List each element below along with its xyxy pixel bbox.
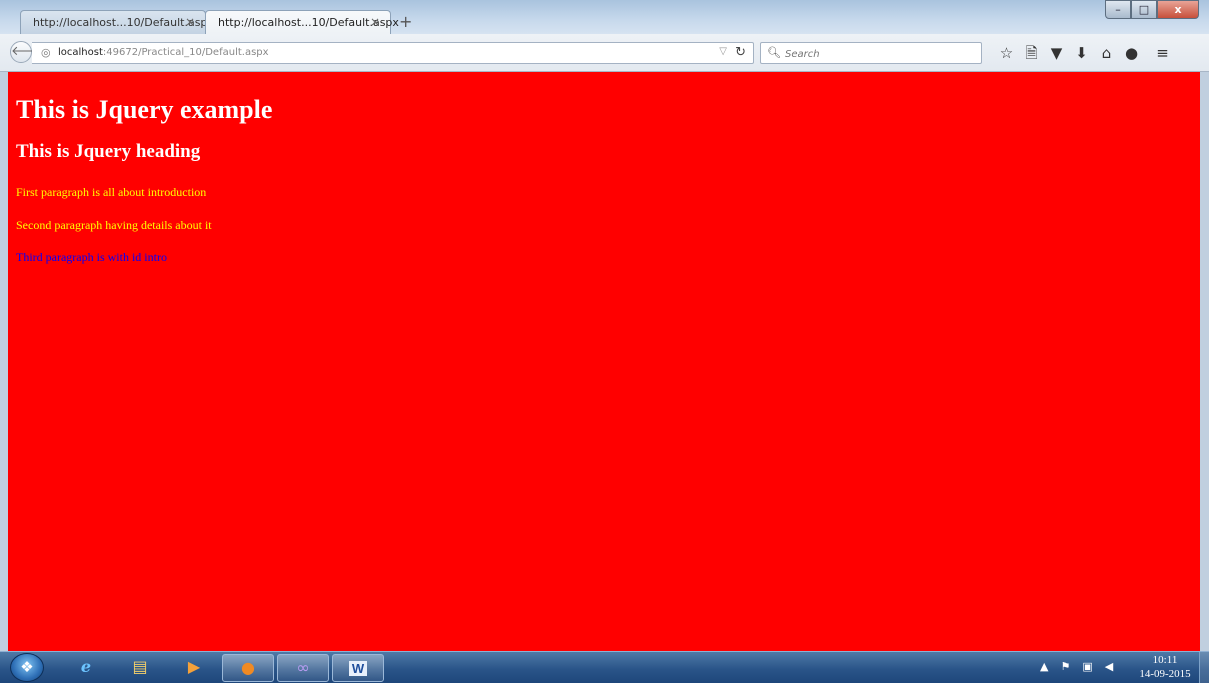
browser-title-bar: http://localhost...10/Default.aspx × htt… xyxy=(0,0,1209,34)
back-button[interactable]: 🡐 xyxy=(10,41,46,63)
tab-first[interactable]: http://localhost...10/Default.aspx × xyxy=(20,10,214,34)
download-icon[interactable]: ⬇ xyxy=(1069,43,1094,63)
pocket-icon[interactable]: ▼ xyxy=(1044,43,1069,63)
search-input[interactable] xyxy=(783,45,977,63)
home-icon[interactable]: ⌂ xyxy=(1094,43,1119,63)
url-path: :49672/Practical_10/Default.aspx xyxy=(102,47,269,58)
close-window-button[interactable]: x xyxy=(1157,0,1199,19)
clock[interactable]: 10:11 14-09-2015 xyxy=(1135,653,1195,681)
network-icon[interactable]: ▣ xyxy=(1082,660,1092,673)
window-border-right xyxy=(1200,72,1209,651)
start-button[interactable]: ❖ xyxy=(10,653,44,682)
site-identity-icon[interactable]: ◎ xyxy=(41,46,51,59)
url-text[interactable]: localhost:49672/Practical_10/Default.asp… xyxy=(58,47,269,58)
paragraph-intro: Third paragraph is with id intro xyxy=(16,250,167,264)
internet-explorer-icon[interactable]: e xyxy=(60,654,112,682)
show-desktop-button[interactable] xyxy=(1199,652,1209,683)
page-heading: This is Jquery example xyxy=(16,95,273,124)
windows-taskbar: ❖ e ▤ ▶ ● ∞ W ▲ ⚑ ▣ ◀ 10:11 14-09-2015 xyxy=(0,651,1209,683)
show-hidden-icons-icon[interactable]: ▲ xyxy=(1040,660,1048,673)
window-controls: – □ x xyxy=(1105,0,1199,20)
paragraph-second: Second paragraph having details about it xyxy=(16,218,212,232)
tab-active[interactable]: http://localhost...10/Default.aspx × xyxy=(205,10,399,34)
star-icon[interactable]: ☆ xyxy=(994,43,1019,63)
minimize-button[interactable]: – xyxy=(1105,0,1131,19)
file-explorer-icon[interactable]: ▤ xyxy=(114,654,166,682)
window-border-left xyxy=(0,72,8,651)
search-icon: 🔍︎ xyxy=(767,46,781,59)
navigation-toolbar: 🡐 ◎ localhost:49672/Practical_10/Default… xyxy=(0,34,1209,72)
visual-studio-icon[interactable]: ∞ xyxy=(277,654,329,682)
search-bar[interactable]: 🔍︎ xyxy=(760,42,982,64)
reload-icon[interactable]: ↻ xyxy=(735,45,746,60)
action-center-flag-icon[interactable]: ⚑ xyxy=(1060,660,1070,673)
chat-icon[interactable]: ● xyxy=(1119,43,1144,63)
word-icon[interactable]: W xyxy=(332,654,384,682)
reading-list-icon[interactable]: 🗎︎ xyxy=(1019,43,1044,63)
clock-time: 10:11 xyxy=(1152,654,1178,666)
toolbar-icons: ☆ 🗎︎ ▼ ⬇ ⌂ ● ≡ xyxy=(994,43,1175,63)
clock-date: 14-09-2015 xyxy=(1139,668,1191,680)
tab-close-icon[interactable]: × xyxy=(370,15,380,29)
page-content: This is Jquery example This is Jquery he… xyxy=(8,72,1200,651)
firefox-icon[interactable]: ● xyxy=(222,654,274,682)
media-player-icon[interactable]: ▶ xyxy=(168,654,220,682)
maximize-button[interactable]: □ xyxy=(1131,0,1157,19)
paragraph-first: First paragraph is all about introductio… xyxy=(16,185,207,199)
tab-close-icon[interactable]: × xyxy=(185,15,195,29)
menu-icon[interactable]: ≡ xyxy=(1150,43,1175,63)
new-tab-button[interactable]: + xyxy=(399,12,412,31)
windows-logo-icon: ❖ xyxy=(20,658,34,676)
url-host: localhost xyxy=(58,47,103,58)
page-subheading: This is Jquery heading xyxy=(16,141,201,162)
system-tray: ▲ ⚑ ▣ ◀ xyxy=(1040,660,1125,673)
volume-icon[interactable]: ◀ xyxy=(1105,660,1113,673)
history-dropdown-icon[interactable]: ▽ xyxy=(719,46,727,57)
address-bar[interactable]: ◎ localhost:49672/Practical_10/Default.a… xyxy=(32,42,754,64)
